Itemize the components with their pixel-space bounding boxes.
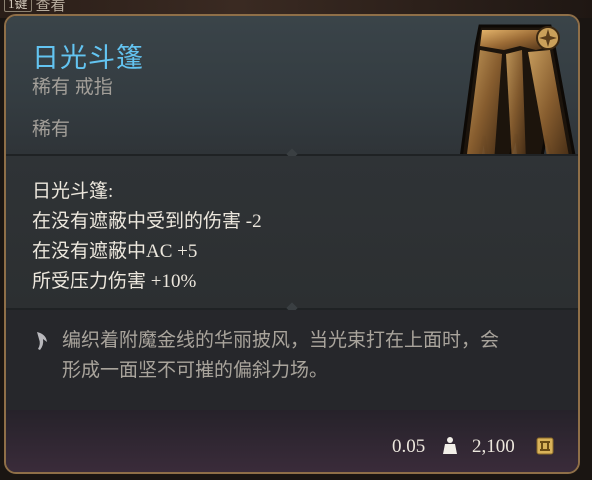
- item-rarity: 稀有: [32, 119, 71, 140]
- item-price: 2,100: [472, 436, 515, 457]
- stats-header: 日光斗篷:: [32, 181, 114, 202]
- description-section: 编织着附魔金线的华丽披风，当光束打在上面时，会 形成一面坚不可摧的偏斜力场。: [6, 310, 578, 410]
- item-type: 稀有 戒指: [32, 77, 113, 98]
- gold-coin-icon: [536, 437, 554, 455]
- weight-icon: [443, 437, 457, 454]
- stats-section: 日光斗篷: 在没有遮蔽中受到的伤害 -2 在没有遮蔽中AC +5 所受压力伤害 …: [6, 156, 578, 308]
- item-tooltip: 日光斗篷 稀有 戒指 稀有 日光斗篷: 在没有遮蔽中受到的伤害 -2 在没有遮蔽…: [4, 14, 580, 474]
- tooltip-header: 日光斗篷 稀有 戒指 稀有: [6, 16, 578, 168]
- description-line: 形成一面坚不可摧的偏斜力场。: [62, 360, 329, 381]
- cloak-icon: [458, 24, 578, 168]
- quill-icon: [37, 332, 47, 350]
- inspect-hint: 1键 查看: [4, 0, 66, 14]
- item-description: 编织着附魔金线的华丽披风，当光束打在上面时，会 形成一面坚不可摧的偏斜力场。: [62, 326, 562, 386]
- stat-line: 所受压力伤害 +10%: [32, 271, 197, 292]
- description-line: 编织着附魔金线的华丽披风，当光束打在上面时，会: [62, 330, 500, 351]
- stat-line: 在没有遮蔽中AC +5: [32, 241, 198, 262]
- tooltip-footer: 0.05 2,100: [6, 410, 578, 472]
- item-name: 日光斗篷: [32, 43, 144, 73]
- item-weight: 0.05: [392, 436, 426, 457]
- hint-key: 1键: [4, 0, 32, 12]
- hint-label: 查看: [35, 0, 66, 14]
- stat-line: 在没有遮蔽中受到的伤害 -2: [32, 211, 262, 232]
